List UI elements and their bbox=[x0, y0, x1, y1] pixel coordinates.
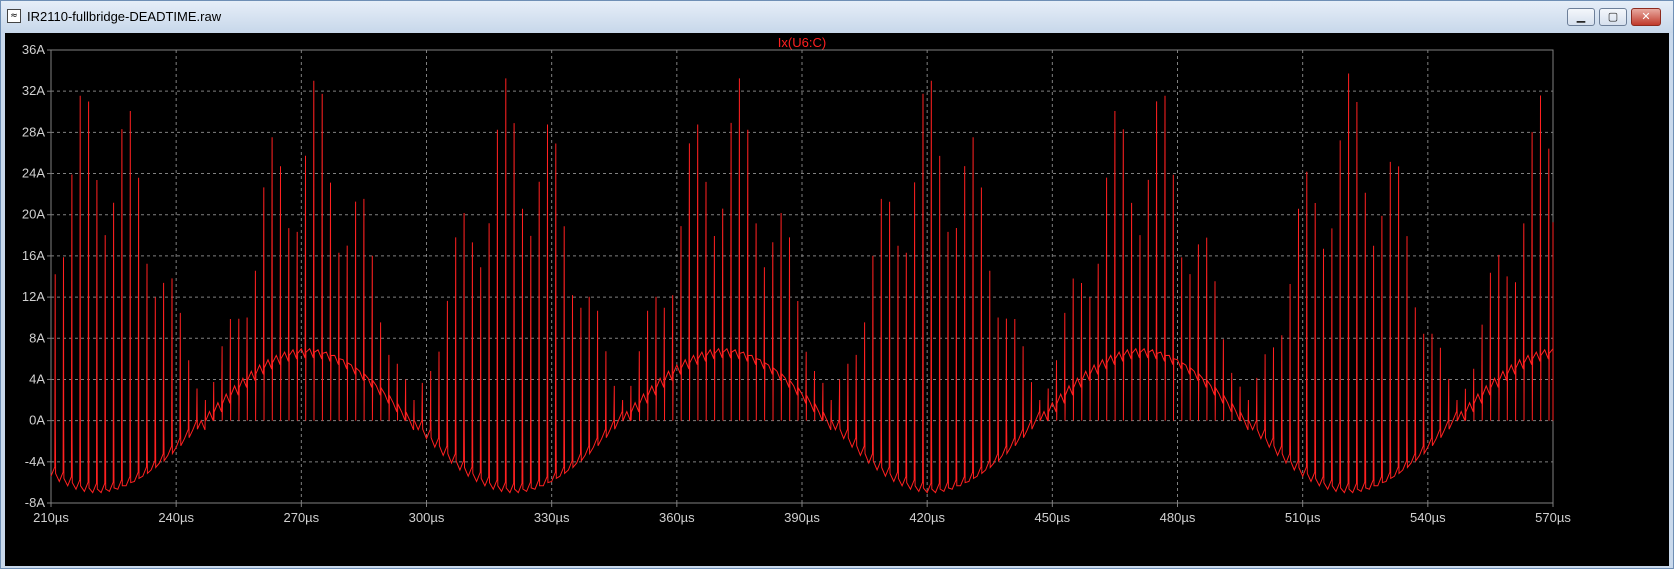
title-bar[interactable]: ≈ IR2110-fullbridge-DEADTIME.raw ▁ ▢ ✕ bbox=[1, 1, 1673, 33]
y-tick-label: 12A bbox=[22, 289, 45, 304]
y-tick-label: -8A bbox=[25, 495, 46, 510]
trace-label: Ix(U6:C) bbox=[778, 35, 826, 50]
y-tick-label: 0A bbox=[29, 413, 45, 428]
y-tick-label: -4A bbox=[25, 454, 46, 469]
minimize-button[interactable]: ▁ bbox=[1567, 8, 1595, 26]
y-tick-label: 4A bbox=[29, 371, 45, 386]
x-tick-label: 390µs bbox=[784, 510, 820, 525]
y-tick-label: 32A bbox=[22, 83, 45, 98]
x-tick-label: 270µs bbox=[283, 510, 319, 525]
x-tick-label: 330µs bbox=[534, 510, 570, 525]
waveform-plot[interactable]: 36A 32A 28A 24A 20A 16A 12A 8A 4A 0A -4A -8A210µs 24… bbox=[5, 33, 1669, 566]
x-tick-label: 300µs bbox=[409, 510, 445, 525]
x-tick-label: 510µs bbox=[1285, 510, 1321, 525]
x-tick-label: 540µs bbox=[1410, 510, 1446, 525]
maximize-button[interactable]: ▢ bbox=[1599, 8, 1627, 26]
x-tick-label: 240µs bbox=[158, 510, 194, 525]
x-tick-label: 360µs bbox=[659, 510, 695, 525]
x-tick-label: 450µs bbox=[1034, 510, 1070, 525]
x-tick-label: 480µs bbox=[1160, 510, 1196, 525]
y-tick-label: 20A bbox=[22, 207, 45, 222]
x-tick-label: 420µs bbox=[909, 510, 945, 525]
plot-pane[interactable]: 36A 32A 28A 24A 20A 16A 12A 8A 4A 0A -4A -8A 210µs 24… bbox=[5, 33, 1669, 566]
y-tick-label: 28A bbox=[22, 124, 45, 139]
y-tick-label: 16A bbox=[22, 248, 45, 263]
waveform-file-icon: ≈ bbox=[7, 9, 21, 23]
y-tick-label: 36A bbox=[22, 42, 45, 57]
y-tick-label: 8A bbox=[29, 330, 45, 345]
app-window: ≈ IR2110-fullbridge-DEADTIME.raw ▁ ▢ ✕ 3… bbox=[0, 0, 1674, 569]
close-button[interactable]: ✕ bbox=[1631, 8, 1661, 26]
x-tick-label: 570µs bbox=[1535, 510, 1571, 525]
x-tick-label: 210µs bbox=[33, 510, 69, 525]
y-tick-label: 24A bbox=[22, 166, 45, 181]
window-title: IR2110-fullbridge-DEADTIME.raw bbox=[27, 9, 222, 24]
